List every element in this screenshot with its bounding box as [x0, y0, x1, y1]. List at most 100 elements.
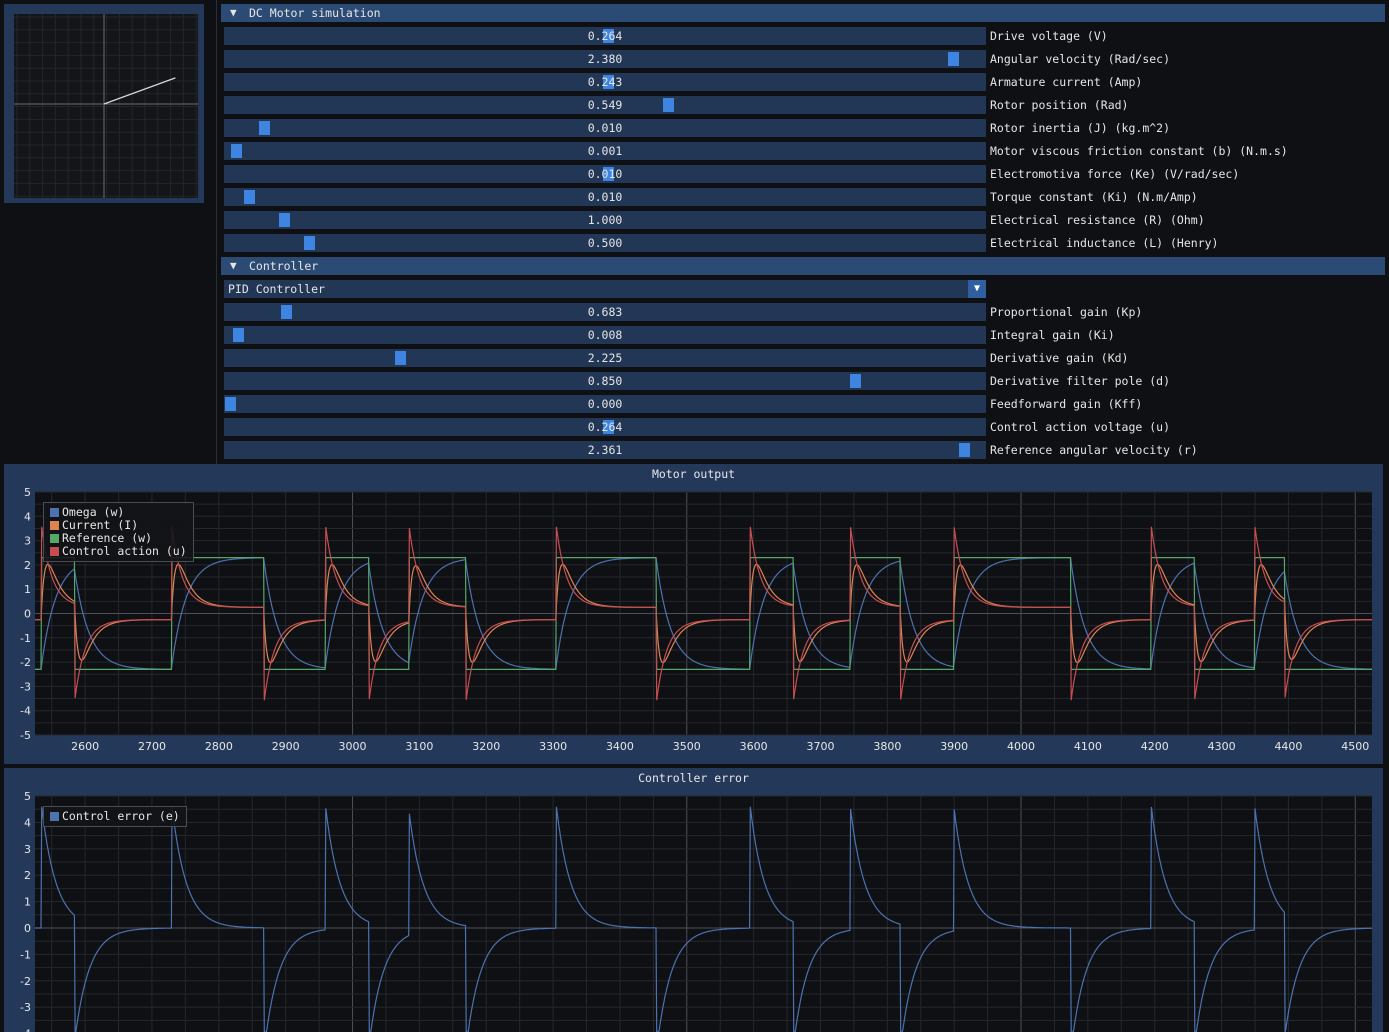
slider-value: 0.000 — [587, 397, 623, 411]
x-tick-label: 3800 — [873, 740, 901, 753]
x-tick-label: 3600 — [740, 740, 768, 753]
phase-plot-svg — [14, 14, 198, 198]
x-tick-label: 2800 — [205, 740, 233, 753]
y-tick-label: 1 — [24, 896, 31, 909]
y-tick-label: 0 — [24, 922, 31, 935]
slider-label: Rotor inertia (J) (kg.m^2) — [990, 121, 1171, 135]
legend-item-error[interactable]: Control error (e) — [50, 810, 180, 823]
motor-param-row: 0.500 Electrical inductance (L) (Henry) — [224, 234, 1384, 252]
motor-section-header[interactable]: ▼ DC Motor simulation — [221, 4, 1385, 22]
y-tick-label: -3 — [20, 1001, 31, 1014]
phase-plot-panel — [4, 4, 204, 203]
controller-param-slider[interactable]: 2.361 — [224, 441, 986, 459]
motor-param-row: 0.001 Motor viscous friction constant (b)… — [224, 142, 1384, 160]
y-tick-label: 2 — [24, 869, 31, 882]
slider-value: 2.380 — [587, 52, 623, 66]
y-tick-label: -2 — [20, 975, 31, 988]
x-tick-label: 4500 — [1341, 740, 1369, 753]
motor-param-slider[interactable]: 0.500 — [224, 234, 986, 252]
legend-item-control[interactable]: Control action (u) — [50, 545, 187, 558]
motor-output-chart[interactable]: -5 -4 -3 -2 -1 0 1 2 3 4 5 2600 2700 2800 2900 3000 3100… — [4, 464, 1383, 764]
y-tick-label: 2 — [24, 559, 31, 572]
controller-section-title: Controller — [249, 259, 319, 273]
motor-section-title: DC Motor simulation — [249, 6, 381, 20]
y-tick-label: 4 — [24, 510, 31, 523]
slider-value: 0.243 — [587, 75, 623, 89]
slider-label: Angular velocity (Rad/sec) — [990, 52, 1171, 66]
motor-param-slider[interactable]: 0.549 — [224, 96, 986, 114]
motor-param-slider[interactable]: 0.243 — [224, 73, 986, 91]
motor-param-row: 0.010 Rotor inertia (J) (kg.m^2) — [224, 119, 1384, 137]
slider-label: Feedforward gain (Kff) — [990, 397, 1143, 411]
slider-label: Integral gain (Ki) — [990, 328, 1115, 342]
slider-value: 0.008 — [587, 328, 623, 342]
y-tick-label: -5 — [20, 729, 31, 742]
x-tick-label: 4200 — [1141, 740, 1169, 753]
phase-trajectory — [103, 77, 176, 105]
motor-param-row: 2.380 Angular velocity (Rad/sec) — [224, 50, 1384, 68]
x-tick-label: 4300 — [1208, 740, 1236, 753]
x-tick-label: 4400 — [1274, 740, 1302, 753]
y-tick-label: 0 — [24, 608, 31, 621]
slider-value: 0.500 — [587, 236, 623, 250]
motor-param-row: 0.010 Torque constant (Ki) (N.m/Amp) — [224, 188, 1384, 206]
collapse-arrow-icon: ▼ — [230, 259, 237, 272]
slider-label: Proportional gain (Kp) — [990, 305, 1143, 319]
y-tick-label: 3 — [24, 843, 31, 856]
legend-swatch — [50, 521, 59, 530]
slider-value: 0.010 — [587, 121, 623, 135]
y-tick-label: -4 — [20, 705, 31, 718]
controller-error-legend: Control error (e) — [43, 806, 187, 827]
phase-plot[interactable] — [14, 14, 198, 198]
motor-param-row: 0.549 Rotor position (Rad) — [224, 96, 1384, 114]
y-tick-label: -1 — [20, 632, 31, 645]
collapse-arrow-icon: ▼ — [230, 6, 237, 19]
y-tick-label: -4 — [20, 1028, 31, 1032]
slider-label: Control action voltage (u) — [990, 420, 1171, 434]
controller-param-slider[interactable]: 0.264 — [224, 418, 986, 436]
slider-value: 2.361 — [587, 443, 623, 457]
y-tick-label: 5 — [24, 486, 31, 499]
slider-value: 0.010 — [587, 167, 623, 181]
motor-param-row: 1.000 Electrical resistance (R) (Ohm) — [224, 211, 1384, 229]
controller-param-row: 0.683 Proportional gain (Kp) — [224, 303, 1384, 321]
motor-param-slider[interactable]: 0.010 — [224, 165, 986, 183]
x-tick-label: 4100 — [1074, 740, 1102, 753]
motor-param-slider[interactable]: 2.380 — [224, 50, 986, 68]
controller-section-header[interactable]: ▼ Controller — [221, 257, 1385, 275]
controller-param-row: 2.361 Reference angular velocity (r) — [224, 441, 1384, 459]
x-tick-label: 3000 — [339, 740, 367, 753]
motor-param-slider[interactable]: 0.010 — [224, 119, 986, 137]
slider-value: 0.549 — [587, 98, 623, 112]
slider-value: 0.264 — [587, 420, 623, 434]
slider-value: 0.001 — [587, 144, 623, 158]
motor-param-slider[interactable]: 0.010 — [224, 188, 986, 206]
chevron-down-icon[interactable]: ▼ — [968, 280, 986, 298]
motor-output-legend: Omega (w) Current (I) Reference (w) Cont… — [43, 502, 194, 562]
motor-param-slider[interactable]: 0.001 — [224, 142, 986, 160]
controller-param-slider[interactable]: 0.008 — [224, 326, 986, 344]
y-tick-label: 5 — [24, 790, 31, 803]
controller-type-row: PID Controller ▼ — [224, 280, 1384, 298]
x-tick-label: 3700 — [806, 740, 834, 753]
slider-label: Electrical resistance (R) (Ohm) — [990, 213, 1205, 227]
controller-param-slider[interactable]: 0.850 — [224, 372, 986, 390]
motor-param-row: 0.243 Armature current (Amp) — [224, 73, 1384, 91]
motor-param-row: 0.264 Drive voltage (V) — [224, 27, 1384, 45]
slider-label: Drive voltage (V) — [990, 29, 1108, 43]
slider-label: Armature current (Amp) — [990, 75, 1143, 89]
controller-type-combo[interactable]: PID Controller ▼ — [224, 280, 986, 298]
motor-param-slider[interactable]: 1.000 — [224, 211, 986, 229]
y-tick-label: 3 — [24, 535, 31, 548]
motor-output-panel: Motor output -5 -4 -3 -2 -1 0 1 2 3 4 5 2600 2700 280… — [4, 464, 1383, 764]
x-tick-label: 4000 — [1007, 740, 1035, 753]
controller-param-slider[interactable]: 0.000 — [224, 395, 986, 413]
motor-param-slider[interactable]: 0.264 — [224, 27, 986, 45]
controller-param-slider[interactable]: 2.225 — [224, 349, 986, 367]
x-tick-label: 3200 — [472, 740, 500, 753]
y-tick-label: -2 — [20, 656, 31, 669]
controller-error-chart[interactable]: -4 -3 -2 -1 0 1 2 3 4 5 — [4, 768, 1383, 1032]
slider-label: Motor viscous friction constant (b) (N.m… — [990, 144, 1288, 158]
slider-value: 0.264 — [587, 29, 623, 43]
controller-param-slider[interactable]: 0.683 — [224, 303, 986, 321]
